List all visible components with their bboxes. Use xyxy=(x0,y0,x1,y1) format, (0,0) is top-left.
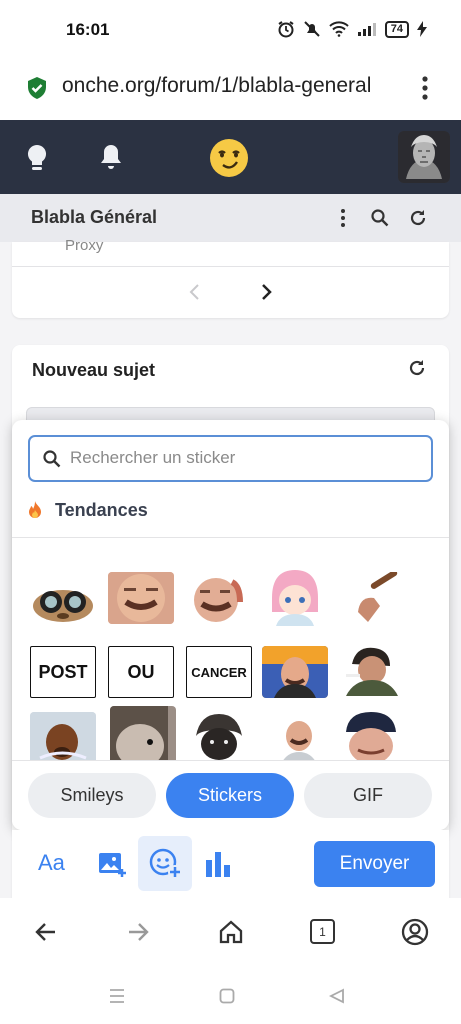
home-square-icon[interactable] xyxy=(219,988,235,1004)
sticker-anime-girl[interactable] xyxy=(262,568,328,628)
sticker-picker: Tendances POST OU CANCER Smileys xyxy=(12,420,449,830)
secure-shield-icon xyxy=(28,77,46,99)
sticker-shaggy-dog[interactable] xyxy=(186,710,252,762)
sticker-text-cancer[interactable]: CANCER xyxy=(186,646,252,698)
refresh-icon[interactable] xyxy=(408,359,426,377)
sticker-image xyxy=(33,590,93,622)
sticker-image xyxy=(346,647,398,696)
add-sticker-icon xyxy=(149,848,182,879)
recents-menu-icon[interactable] xyxy=(108,988,126,1004)
sticker-image xyxy=(110,706,168,764)
sticker-search-field[interactable] xyxy=(28,435,433,482)
more-options-icon[interactable] xyxy=(337,208,349,228)
sticker-image xyxy=(262,646,328,698)
status-icons: 74 xyxy=(277,20,427,38)
avatar-statue-image xyxy=(398,131,450,183)
sticker-man-tv-set[interactable] xyxy=(262,646,328,698)
sticker-cigar-hand[interactable] xyxy=(342,572,408,624)
sticker-button[interactable] xyxy=(138,836,192,891)
sticker-goggles-creature[interactable] xyxy=(30,572,96,624)
url-text[interactable]: onche.org/forum/1/blabla-general xyxy=(62,74,371,98)
divider xyxy=(12,537,449,538)
back-triangle-icon[interactable] xyxy=(329,988,345,1004)
forum-subheader: Blabla Général xyxy=(0,194,461,242)
sticker-small-man[interactable] xyxy=(276,714,322,766)
signal-icon xyxy=(357,23,376,36)
add-image-icon[interactable] xyxy=(98,850,128,878)
sticker-image xyxy=(30,712,96,764)
sticker-hedgehog[interactable] xyxy=(110,706,176,764)
forum-title: Blabla Général xyxy=(31,207,158,227)
proxy-label: Proxy xyxy=(65,237,104,254)
chevron-left-icon[interactable] xyxy=(187,283,201,301)
search-icon[interactable] xyxy=(371,209,389,227)
wifi-icon xyxy=(329,21,349,37)
forward-arrow-icon[interactable] xyxy=(126,920,150,944)
sticker-image xyxy=(108,572,174,624)
poll-chart-icon[interactable] xyxy=(205,850,231,878)
fire-icon xyxy=(29,501,41,518)
status-bar: 16:01 74 xyxy=(0,0,461,60)
trending-section-header: Tendances xyxy=(28,500,148,521)
sticker-image xyxy=(272,570,318,626)
user-avatar[interactable] xyxy=(398,131,450,183)
site-header xyxy=(0,120,461,194)
divider xyxy=(12,266,449,267)
battery-level: 74 xyxy=(384,20,409,38)
search-icon xyxy=(43,450,61,468)
sticker-man-smoking[interactable] xyxy=(338,644,404,696)
lightbulb-icon[interactable] xyxy=(26,144,48,172)
sticker-search-input[interactable] xyxy=(70,448,420,468)
trending-label: Tendances xyxy=(55,500,148,520)
picker-tab-bar: Smileys Stickers GIF xyxy=(12,760,449,830)
site-logo-smiley-icon[interactable] xyxy=(209,138,249,178)
home-icon[interactable] xyxy=(218,919,244,945)
sticker-laughing-man-1[interactable] xyxy=(108,572,174,624)
sticker-image xyxy=(194,578,243,622)
system-nav-bar xyxy=(0,966,461,1024)
refresh-icon[interactable] xyxy=(409,209,427,227)
account-icon[interactable] xyxy=(401,918,429,946)
chevron-right-icon[interactable] xyxy=(260,283,274,301)
alarm-icon xyxy=(278,21,294,38)
back-arrow-icon[interactable] xyxy=(34,920,58,944)
sticker-image xyxy=(358,572,398,622)
sticker-text-post[interactable]: POST xyxy=(30,646,96,698)
sticker-laughing-man-2[interactable] xyxy=(186,572,252,624)
send-button[interactable]: Envoyer xyxy=(314,841,435,887)
sticker-text-ou[interactable]: OU xyxy=(108,646,174,698)
browser-menu-icon[interactable] xyxy=(416,74,434,102)
sticker-man-beanie[interactable] xyxy=(338,710,404,762)
tab-switcher-button[interactable]: 1 xyxy=(310,919,335,944)
topic-list-card: Proxy xyxy=(12,237,449,318)
sticker-image xyxy=(346,712,396,762)
sticker-image xyxy=(196,714,242,760)
text-format-button[interactable]: Aa xyxy=(38,850,65,876)
tab-stickers[interactable]: Stickers xyxy=(166,773,294,818)
mute-icon xyxy=(304,21,320,37)
charging-icon xyxy=(417,21,427,37)
tab-smileys[interactable]: Smileys xyxy=(28,773,156,818)
sticker-image xyxy=(280,721,318,766)
editor-toolbar: Aa Envoyer xyxy=(12,830,449,898)
status-time: 16:01 xyxy=(66,20,110,39)
tab-gif[interactable]: GIF xyxy=(304,773,432,818)
new-topic-title: Nouveau sujet xyxy=(32,360,156,380)
notifications-bell-icon[interactable] xyxy=(99,143,123,171)
sticker-dog-hospital[interactable] xyxy=(30,712,96,764)
browser-nav-bar: 1 xyxy=(0,898,461,966)
address-bar: onche.org/forum/1/blabla-general xyxy=(0,60,461,120)
